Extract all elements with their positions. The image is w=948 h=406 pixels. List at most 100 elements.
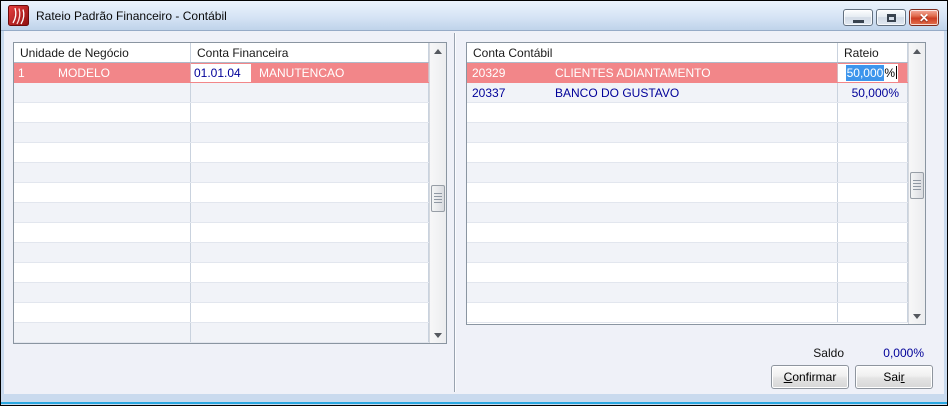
empty-cell[interactable]: [467, 203, 838, 222]
scroll-down-button[interactable]: [909, 308, 925, 324]
empty-cell[interactable]: [838, 143, 908, 162]
table-row[interactable]: [14, 323, 429, 343]
table-row[interactable]: [14, 203, 429, 223]
table-row[interactable]: [467, 203, 908, 223]
table-row[interactable]: [467, 283, 908, 303]
conta-contabil-cell[interactable]: 20337 BANCO DO GUSTAVO: [467, 83, 838, 102]
empty-cell[interactable]: [191, 183, 429, 202]
empty-cell[interactable]: [191, 263, 429, 282]
empty-cell[interactable]: [838, 103, 908, 122]
empty-cell[interactable]: [191, 203, 429, 222]
table-row[interactable]: [467, 223, 908, 243]
column-header-unidade-negocio[interactable]: Unidade de Negócio: [14, 43, 191, 62]
table-row-selected[interactable]: 20329 CLIENTES ADIANTAMENTO 50,000 %: [467, 63, 908, 83]
empty-cell[interactable]: [14, 223, 191, 242]
table-row[interactable]: [14, 263, 429, 283]
scroll-up-button[interactable]: [430, 43, 446, 59]
empty-cell[interactable]: [14, 283, 191, 302]
rateio-cell[interactable]: 50,000%: [838, 83, 908, 102]
unidade-cell[interactable]: 1 MODELO: [14, 63, 191, 82]
account-code-editor[interactable]: 01.01.04: [191, 63, 251, 82]
scroll-thumb[interactable]: [431, 185, 445, 212]
empty-cell[interactable]: [467, 163, 838, 182]
rateio-input[interactable]: 50,000 %: [838, 63, 898, 82]
table-row[interactable]: [467, 303, 908, 323]
empty-cell[interactable]: [191, 323, 429, 342]
titlebar[interactable]: Rateio Padrão Financeiro - Contábil ✕: [1, 1, 947, 31]
empty-cell[interactable]: [838, 283, 908, 302]
table-row[interactable]: [14, 183, 429, 203]
table-row[interactable]: [14, 283, 429, 303]
empty-cell[interactable]: [467, 183, 838, 202]
table-row[interactable]: [14, 303, 429, 323]
empty-cell[interactable]: [838, 183, 908, 202]
minimize-button[interactable]: [843, 9, 873, 26]
right-grid-scrollbar[interactable]: [908, 43, 925, 324]
empty-cell[interactable]: [838, 243, 908, 262]
empty-cell[interactable]: [14, 203, 191, 222]
empty-cell[interactable]: [14, 183, 191, 202]
table-row[interactable]: [467, 183, 908, 203]
empty-cell[interactable]: [191, 103, 429, 122]
empty-cell[interactable]: [467, 263, 838, 282]
empty-cell[interactable]: [467, 223, 838, 242]
empty-cell[interactable]: [191, 163, 429, 182]
empty-cell[interactable]: [191, 123, 429, 142]
scroll-track[interactable]: [430, 59, 446, 327]
column-header-rateio[interactable]: Rateio: [838, 43, 908, 62]
column-header-conta-financeira[interactable]: Conta Financeira: [191, 43, 429, 62]
table-row[interactable]: [14, 103, 429, 123]
empty-cell[interactable]: [191, 303, 429, 322]
table-row[interactable]: [467, 243, 908, 263]
empty-cell[interactable]: [191, 83, 429, 102]
empty-cell[interactable]: [467, 103, 838, 122]
empty-cell[interactable]: [14, 83, 191, 102]
table-row[interactable]: [467, 163, 908, 183]
table-row[interactable]: [14, 163, 429, 183]
empty-cell[interactable]: [14, 123, 191, 142]
scroll-down-button[interactable]: [430, 327, 446, 343]
empty-cell[interactable]: [467, 303, 838, 322]
table-row[interactable]: [14, 123, 429, 143]
conta-contabil-cell[interactable]: 20329 CLIENTES ADIANTAMENTO: [467, 63, 838, 82]
table-row[interactable]: [14, 143, 429, 163]
scroll-track[interactable]: [909, 59, 925, 308]
empty-cell[interactable]: [838, 203, 908, 222]
empty-cell[interactable]: [14, 263, 191, 282]
conta-financeira-cell[interactable]: 01.01.04 MANUTENCAO: [191, 63, 429, 82]
table-row[interactable]: [467, 263, 908, 283]
table-row[interactable]: [467, 103, 908, 123]
empty-cell[interactable]: [467, 123, 838, 142]
empty-cell[interactable]: [467, 283, 838, 302]
empty-cell[interactable]: [191, 223, 429, 242]
empty-cell[interactable]: [191, 243, 429, 262]
empty-cell[interactable]: [191, 143, 429, 162]
empty-cell[interactable]: [14, 163, 191, 182]
table-row[interactable]: [14, 223, 429, 243]
empty-cell[interactable]: [14, 143, 191, 162]
empty-cell[interactable]: [467, 243, 838, 262]
table-row-selected[interactable]: 1 MODELO 01.01.04 MANUTENCAO: [14, 63, 429, 83]
empty-cell[interactable]: [838, 123, 908, 142]
table-row[interactable]: [467, 143, 908, 163]
empty-cell[interactable]: [838, 223, 908, 242]
scroll-up-button[interactable]: [909, 43, 925, 59]
empty-cell[interactable]: [14, 303, 191, 322]
table-row[interactable]: [467, 123, 908, 143]
column-header-conta-contabil[interactable]: Conta Contábil: [467, 43, 838, 62]
scroll-thumb[interactable]: [910, 172, 924, 199]
empty-cell[interactable]: [838, 263, 908, 282]
empty-cell[interactable]: [838, 303, 908, 322]
table-row[interactable]: 20337 BANCO DO GUSTAVO 50,000%: [467, 83, 908, 103]
close-button[interactable]: ✕: [909, 9, 939, 26]
left-grid-scrollbar[interactable]: [429, 43, 446, 343]
confirmar-button[interactable]: Confirmar: [771, 365, 849, 389]
empty-cell[interactable]: [14, 243, 191, 262]
sair-button[interactable]: Sair: [855, 365, 933, 389]
table-row[interactable]: [14, 83, 429, 103]
empty-cell[interactable]: [14, 323, 191, 342]
rateio-cell[interactable]: 50,000 %: [838, 63, 908, 82]
empty-cell[interactable]: [14, 103, 191, 122]
maximize-button[interactable]: [876, 9, 906, 26]
empty-cell[interactable]: [467, 143, 838, 162]
